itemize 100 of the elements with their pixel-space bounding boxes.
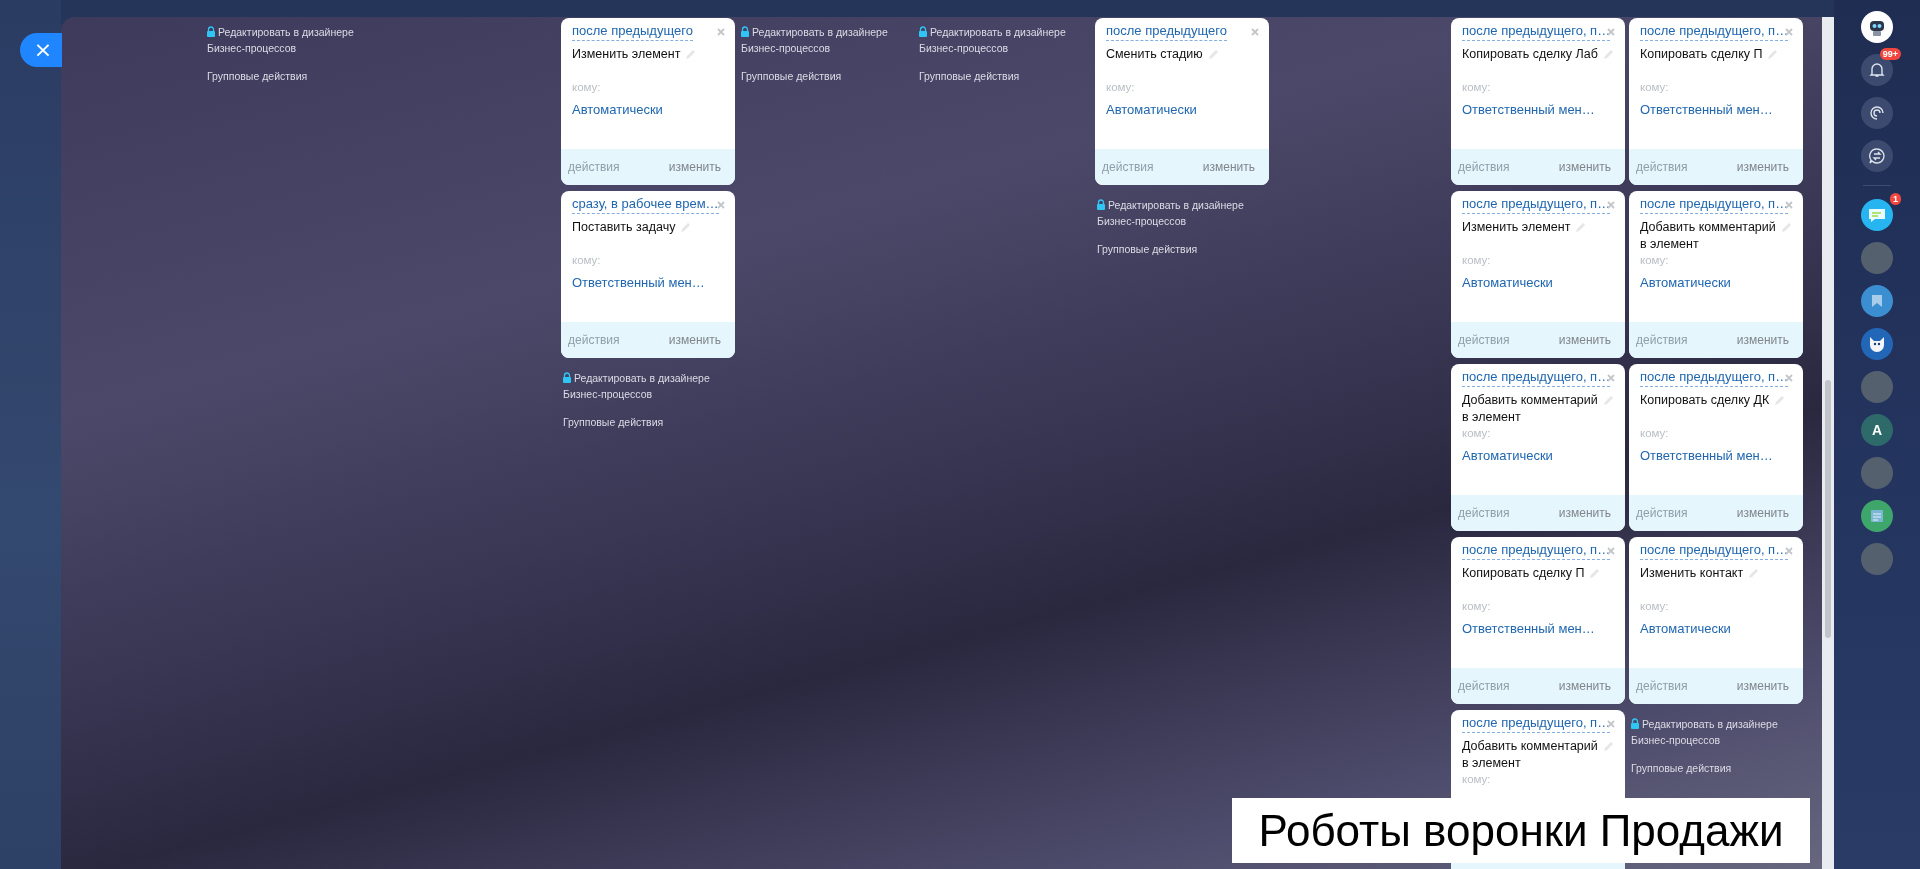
group-actions-link[interactable]: Групповые действия [919,68,1020,84]
designer-link[interactable]: Редактировать в дизайнере Бизнес-процессов [1097,197,1265,229]
designer-link[interactable]: Редактировать в дизайнере Бизнес-процессов [1631,716,1799,748]
group-actions-link[interactable]: Групповые действия [1097,241,1198,257]
recipient-link[interactable]: Автоматически [1640,620,1731,638]
edit-link[interactable]: изменить [1558,506,1611,520]
designer-link[interactable]: Редактировать в дизайнере Бизнес-процессов [741,24,909,56]
actions-label: действия [1458,160,1510,174]
close-icon[interactable] [1607,201,1615,209]
robot-title: Добавить комментарий в элемент [1462,392,1598,426]
pencil-icon[interactable] [680,222,692,233]
pencil-icon[interactable] [1774,395,1786,406]
recipient-link[interactable]: Ответственный мен… [1640,447,1773,465]
close-icon[interactable] [1785,201,1793,209]
recipient-label: кому: [1640,80,1669,94]
edit-link[interactable]: изменить [1558,679,1611,693]
trigger-link[interactable]: после предыдущего [1106,22,1227,41]
robot-avatar[interactable] [1861,11,1893,43]
edit-link[interactable]: изменить [1558,333,1611,347]
close-button[interactable]: × [20,33,62,67]
chat-icon [1867,206,1887,224]
close-icon[interactable] [1607,720,1615,728]
close-icon[interactable] [1607,374,1615,382]
edit-link[interactable]: изменить [668,333,721,347]
edit-link[interactable]: изменить [1736,333,1789,347]
avatar-circle[interactable] [1861,242,1893,274]
edit-link[interactable]: изменить [1558,160,1611,174]
robot-title: Копировать сделку П [1462,565,1585,582]
pencil-icon[interactable] [1748,568,1760,579]
recipient-link[interactable]: Автоматически [1106,101,1197,119]
document-button[interactable] [1861,500,1893,532]
trigger-link[interactable]: после предыдущего, п… [1462,714,1611,733]
scrollbar[interactable] [1822,17,1834,869]
close-icon[interactable] [717,28,725,36]
trigger-link[interactable]: после предыдущего [572,22,693,41]
trigger-link[interactable]: после предыдущего, п… [1640,541,1789,560]
trigger-link[interactable]: после предыдущего, п… [1462,22,1611,41]
designer-link[interactable]: Редактировать в дизайнере Бизнес-процессов [919,24,1087,56]
designer-link[interactable]: Редактировать в дизайнере Бизнес-процессов [563,370,731,402]
trigger-link[interactable]: после предыдущего, п… [1462,541,1611,560]
pencil-icon[interactable] [1767,49,1779,60]
close-icon[interactable] [1785,28,1793,36]
pencil-icon[interactable] [685,49,697,60]
edit-link[interactable]: изменить [1736,506,1789,520]
trigger-link[interactable]: после предыдущего, п… [1640,368,1789,387]
pencil-icon[interactable] [1781,222,1792,233]
recipient-label: кому: [1462,772,1491,786]
trigger-link[interactable]: после предыдущего, п… [1640,195,1789,214]
actions-label: действия [1636,333,1688,347]
pencil-icon[interactable] [1603,741,1614,752]
edit-link[interactable]: изменить [668,160,721,174]
close-icon[interactable] [1607,547,1615,555]
group-actions-link[interactable]: Групповые действия [563,414,664,430]
edit-link[interactable]: изменить [1202,160,1255,174]
recipient-label: кому: [1462,599,1491,613]
avatar-circle[interactable] [1861,371,1893,403]
recipient-link[interactable]: Ответственный мен… [1462,101,1595,119]
trigger-link[interactable]: после предыдущего, п… [1462,195,1611,214]
robot-title: Копировать сделку Лаб [1462,46,1598,63]
trigger-link[interactable]: после предыдущего, п… [1640,22,1789,41]
recipient-link[interactable]: Ответственный мен… [572,274,705,292]
group-actions-link[interactable]: Групповые действия [1631,760,1732,776]
bookmark-button[interactable] [1861,285,1893,317]
lock-icon [741,26,749,37]
spiral-button[interactable] [1861,97,1893,129]
pencil-icon[interactable] [1589,568,1601,579]
recipient-link[interactable]: Ответственный мен… [1462,620,1595,638]
close-icon[interactable] [1607,28,1615,36]
pencil-icon[interactable] [1575,222,1587,233]
recipient-label: кому: [1462,426,1491,440]
lock-icon [207,26,215,37]
recipient-link[interactable]: Ответственный мен… [1640,101,1773,119]
designer-link[interactable]: Редактировать в дизайнере Бизнес-процессов [207,24,375,56]
trigger-link[interactable]: сразу, в рабочее врем… [572,195,719,214]
pencil-icon[interactable] [1603,395,1614,406]
group-actions-link[interactable]: Групповые действия [741,68,842,84]
recipient-link[interactable]: Автоматически [1462,447,1553,465]
edit-link[interactable]: изменить [1736,160,1789,174]
recipient-link[interactable]: Автоматически [1640,274,1731,292]
recipient-label: кому: [1462,80,1491,94]
chat-button[interactable] [1861,199,1893,231]
close-icon[interactable] [1785,547,1793,555]
close-icon[interactable] [717,201,725,209]
recipient-link[interactable]: Автоматически [1462,274,1553,292]
trigger-link[interactable]: после предыдущего, п… [1462,368,1611,387]
pencil-icon[interactable] [1207,49,1219,60]
edit-link[interactable]: изменить [1736,679,1789,693]
avatar-circle[interactable] [1861,457,1893,489]
count-badge: 1 [1890,193,1901,205]
letter-avatar[interactable]: A [1861,414,1893,446]
group-actions-link[interactable]: Групповые действия [207,68,308,84]
pencil-icon[interactable] [1602,49,1614,60]
avatar-circle[interactable] [1861,543,1893,575]
close-icon[interactable] [1251,28,1259,36]
chat-swap-button[interactable] [1861,140,1893,172]
actions-label: действия [1458,679,1510,693]
recipient-link[interactable]: Автоматически [572,101,663,119]
spiral-icon [1869,105,1885,121]
document-icon [1869,508,1885,524]
close-icon[interactable] [1785,374,1793,382]
